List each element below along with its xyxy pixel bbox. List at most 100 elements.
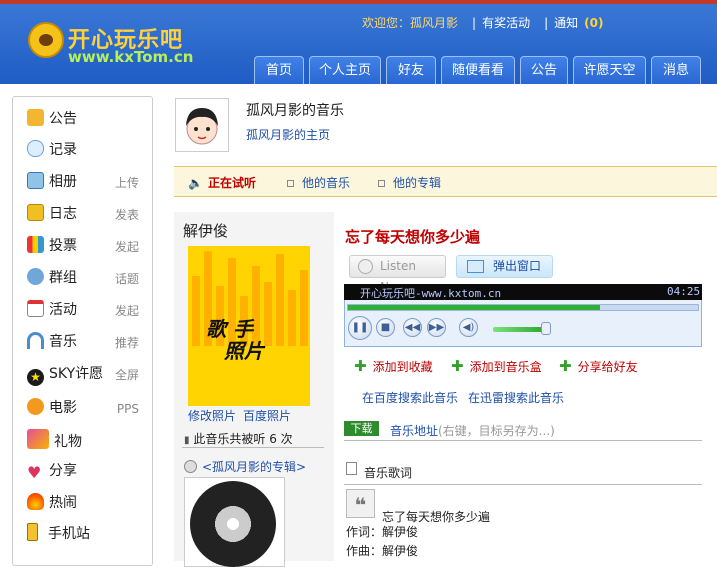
divider xyxy=(344,484,702,485)
sidebar-item-sub[interactable]: 推荐 xyxy=(115,331,139,355)
tab-now-playing[interactable]: 🔈 正在试听 xyxy=(188,174,256,191)
sidebar-item-share[interactable]: ♥ 分享 xyxy=(27,459,151,483)
document-icon xyxy=(346,462,357,475)
next-button[interactable]: ▶▶ xyxy=(427,318,446,337)
artist-photo[interactable]: 歌 手照片 xyxy=(188,246,310,406)
site-url[interactable]: www.kxTom.cn xyxy=(68,48,193,66)
notebook-icon xyxy=(27,204,44,221)
tab-messages[interactable]: 消息 xyxy=(651,56,701,84)
star-icon: ★ xyxy=(27,369,44,386)
tab-wishes[interactable]: 许愿天空 xyxy=(573,56,646,84)
download-badge[interactable]: 下载 xyxy=(344,421,379,436)
equalizer-bar xyxy=(264,282,272,346)
sidebar-item-label: 公告 xyxy=(49,111,77,127)
play-circle-icon xyxy=(358,259,373,274)
stop-button[interactable]: ■ xyxy=(376,318,395,337)
popout-window-button[interactable]: 弹出窗口 xyxy=(456,255,553,278)
sidebar-item-album[interactable]: 相册 上传 xyxy=(27,170,151,194)
divider xyxy=(182,447,324,448)
photo-icon xyxy=(27,172,44,189)
sidebar-item-events[interactable]: 活动 发起 xyxy=(27,298,151,322)
tab-friends[interactable]: 好友 xyxy=(386,56,436,84)
tab-label: 他的专辑 xyxy=(393,176,442,190)
tab-notice[interactable]: 公告 xyxy=(520,56,568,84)
add-favorite-button[interactable]: ✚ 添加到收藏 xyxy=(354,357,433,375)
volume-handle[interactable] xyxy=(541,322,551,335)
sidebar-item-sub[interactable]: 发起 xyxy=(115,235,139,259)
sidebar-item-label: 投票 xyxy=(49,238,77,254)
download-link[interactable]: 音乐地址 xyxy=(390,422,438,439)
search-baidu-link[interactable]: 在百度搜索此音乐 xyxy=(362,389,458,406)
sidebar-item-sub[interactable]: 全屏 xyxy=(115,363,139,387)
logo-icon[interactable] xyxy=(28,22,64,58)
baidu-photo-link[interactable]: 百度照片 xyxy=(243,407,291,424)
tab-profile[interactable]: 个人主页 xyxy=(309,56,381,84)
gift-icon xyxy=(27,429,49,449)
sidebar-item-movies[interactable]: 电影 PPS xyxy=(27,396,151,420)
sidebar-item-sub[interactable]: 话题 xyxy=(115,267,139,291)
lyrics-heading: 音乐歌词 xyxy=(364,466,413,480)
heart-icon: ♥ xyxy=(27,463,42,482)
lyrics-line: 作曲：解伊俊 xyxy=(346,544,419,558)
photo-caption-line: 照片 xyxy=(224,339,264,363)
sidebar-item-label: 电影 xyxy=(49,400,77,416)
sidebar-item-label: 群组 xyxy=(49,270,77,286)
sidebar-item-label: 手机站 xyxy=(48,526,90,542)
pause-button[interactable]: ❚❚ xyxy=(348,316,372,340)
tab-home[interactable]: 首页 xyxy=(254,56,304,84)
equalizer-bar xyxy=(276,254,284,346)
sidebar-item-sub[interactable]: 发起 xyxy=(115,299,139,323)
username-link[interactable]: 孤风月影 xyxy=(410,16,458,30)
headphones-icon xyxy=(27,332,44,349)
volume-icon[interactable]: ◀) xyxy=(459,318,478,337)
square-bullet-icon xyxy=(287,180,294,187)
rewards-link[interactable]: 有奖活动 xyxy=(482,16,530,30)
divider: | xyxy=(472,16,477,30)
tab-browse[interactable]: 随便看看 xyxy=(441,56,515,84)
add-to-musicbox-button[interactable]: ✚ 添加到音乐盒 xyxy=(451,357,542,375)
calendar-icon xyxy=(27,300,44,317)
divider xyxy=(344,440,702,441)
artist-name: 解伊俊 xyxy=(183,222,229,240)
sidebar-item-groups[interactable]: 群组 话题 xyxy=(27,266,151,290)
search-xunlei-link[interactable]: 在迅雷搜索此音乐 xyxy=(468,389,564,406)
sidebar-item-music[interactable]: 音乐 推荐 xyxy=(27,330,151,354)
sidebar-item-sub[interactable]: PPS xyxy=(117,397,139,421)
edit-photo-link[interactable]: 修改照片 xyxy=(188,407,236,424)
tab-his-albums[interactable]: 他的专辑 xyxy=(378,174,441,191)
sidebar-item-notice[interactable]: 公告 xyxy=(27,107,151,131)
player-title: 开心玩乐吧-www.kxtom.cn xyxy=(360,287,502,300)
popout-label: 弹出窗口 xyxy=(493,259,542,273)
album-link[interactable]: <孤风月影的专辑> xyxy=(184,458,306,475)
vinyl-record-icon[interactable] xyxy=(190,481,276,567)
notify-link[interactable]: 通知 xyxy=(554,16,578,30)
sidebar-item-records[interactable]: 记录 xyxy=(27,138,151,162)
sidebar-item-label: 音乐 xyxy=(49,334,77,350)
speaker-icon: 🔈 xyxy=(188,176,203,190)
sidebar-item-mobile[interactable]: 手机站 xyxy=(27,522,151,546)
download-hint: (右键，目标另存为...) xyxy=(438,424,555,438)
tab-label: 正在试听 xyxy=(207,176,256,190)
notify-count[interactable]: (0) xyxy=(584,16,603,30)
divider: | xyxy=(544,16,549,30)
sidebar-item-sub[interactable]: 发表 xyxy=(115,203,139,227)
play-count-value: 6 xyxy=(269,432,277,446)
sidebar-item-sky[interactable]: ★ SKY许愿 全屏 xyxy=(27,362,151,386)
play-count: ▮ 此音乐共被听 6 次 xyxy=(184,430,293,447)
sidebar-item-vote[interactable]: 投票 发起 xyxy=(27,234,151,258)
listen-now-button[interactable]: Listen Now xyxy=(349,255,446,294)
share-button[interactable]: ✚ 分享给好友 xyxy=(559,357,638,375)
phone-icon xyxy=(27,523,38,541)
sidebar-item-label: 相册 xyxy=(49,174,77,190)
tab-his-music[interactable]: 他的音乐 xyxy=(287,174,350,191)
sidebar-item-blog[interactable]: 日志 发表 xyxy=(27,202,151,226)
previous-button[interactable]: ◀◀ xyxy=(403,318,422,337)
sidebar-item-gifts[interactable]: 礼物 xyxy=(27,429,151,453)
plus-icon: ✚ xyxy=(451,357,464,375)
home-link[interactable]: 孤风月影的主页 xyxy=(246,126,330,143)
avatar[interactable] xyxy=(175,98,229,152)
sidebar-item-sub[interactable]: 上传 xyxy=(115,171,139,195)
tab-label: 他的音乐 xyxy=(302,176,351,190)
sidebar-item-hot[interactable]: 热闹 xyxy=(27,491,151,515)
action-label: 分享给好友 xyxy=(577,360,638,374)
